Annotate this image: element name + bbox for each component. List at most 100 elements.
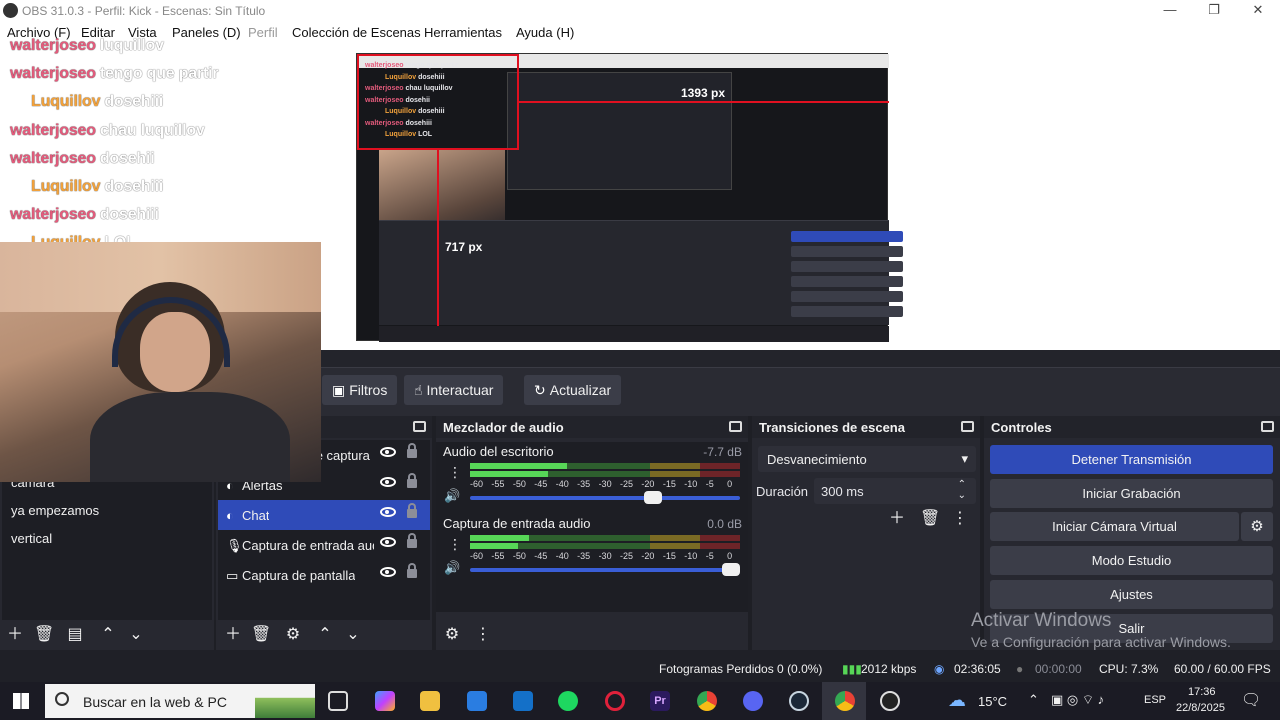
source-up-button[interactable]: ⌃ xyxy=(316,626,334,644)
spotify-icon[interactable] xyxy=(558,691,578,711)
premiere-icon[interactable]: Pr xyxy=(650,691,670,711)
source-item[interactable]: 🎙Captura de entrada audio xyxy=(218,530,430,560)
nested-taskbar xyxy=(379,326,889,342)
popout-icon[interactable] xyxy=(961,421,974,432)
start-virtual-camera-button[interactable]: Iniciar Cámara Virtual xyxy=(990,512,1239,541)
monitor-icon: ▭ xyxy=(226,568,239,583)
chrome-active-icon[interactable] xyxy=(835,691,855,711)
copilot-icon[interactable] xyxy=(375,691,395,711)
visibility-eye-icon[interactable] xyxy=(380,477,396,487)
add-source-button[interactable]: ＋ xyxy=(224,626,242,644)
visibility-eye-icon[interactable] xyxy=(380,537,396,547)
duration-input[interactable]: 300 ms ⌃ ⌄ xyxy=(814,478,976,504)
steam-icon[interactable] xyxy=(789,691,809,711)
volume-slider[interactable] xyxy=(470,491,740,504)
minimize-button[interactable]: — xyxy=(1150,2,1190,20)
scene-item[interactable]: vertical xyxy=(2,524,212,552)
channel-menu-icon[interactable]: ⋮ xyxy=(448,536,462,553)
studio-mode-button[interactable]: Modo Estudio xyxy=(990,546,1273,575)
visibility-eye-icon[interactable] xyxy=(380,567,396,577)
meter-tick-label: -35 xyxy=(577,551,591,561)
lock-icon[interactable] xyxy=(407,533,417,548)
guide-line-vertical xyxy=(437,150,439,342)
volume-slider-handle[interactable] xyxy=(643,491,662,504)
meter-tick-label: -55 xyxy=(491,551,505,561)
filters-button[interactable]: ▣ Filtros xyxy=(322,375,398,405)
volume-slider-handle[interactable] xyxy=(722,563,740,576)
activate-windows-watermark: Activar Windows Ve a Configuración para … xyxy=(971,610,1231,650)
maximize-button[interactable]: ❐ xyxy=(1194,2,1234,20)
move-down-button[interactable]: ⌄ xyxy=(127,626,145,644)
remove-source-button[interactable]: 🗑 xyxy=(251,626,271,644)
chat-message: walterjoseo dosehiii xyxy=(0,201,360,229)
virtual-camera-settings-gear-icon[interactable]: ⚙ xyxy=(1241,512,1273,541)
remove-scene-button[interactable]: 🗑 xyxy=(34,626,54,644)
meter-tick-label: -5 xyxy=(705,551,714,561)
popout-icon[interactable] xyxy=(413,421,426,432)
lock-icon[interactable] xyxy=(407,563,417,578)
start-recording-button[interactable]: Iniciar Grabación xyxy=(990,479,1273,508)
meter-tick-label: -60 xyxy=(470,551,484,561)
visibility-eye-icon[interactable] xyxy=(380,447,396,457)
meter-tick-label: -40 xyxy=(555,479,569,489)
preview-canvas[interactable]: walterjoseo luquillov walterjoseo tengo que… xyxy=(0,37,1280,482)
notifications-icon[interactable]: 🗨 xyxy=(1241,690,1261,710)
lock-icon[interactable] xyxy=(407,443,417,458)
opera-icon[interactable] xyxy=(605,691,625,711)
meter-tick-label: -45 xyxy=(534,551,548,561)
bitrate-icon: ▮▮▮ xyxy=(842,662,862,676)
meter-tick-label: 0 xyxy=(727,551,733,561)
meter-tick-label: -40 xyxy=(555,551,569,561)
chat-username: Luquillov xyxy=(31,93,101,111)
popout-icon[interactable] xyxy=(729,421,742,432)
clock-date[interactable]: 22/8/2025 xyxy=(1176,702,1225,714)
taskbar-search[interactable]: Buscar en la web & PC xyxy=(45,684,315,718)
store-icon[interactable] xyxy=(467,691,487,711)
speaker-icon[interactable]: 🔊 xyxy=(444,560,460,576)
close-button[interactable]: ✕ xyxy=(1238,2,1278,20)
lock-icon[interactable] xyxy=(407,473,417,488)
visibility-eye-icon[interactable] xyxy=(380,507,396,517)
chevron-up-icon[interactable]: ⌃ xyxy=(1028,692,1039,708)
source-item[interactable]: ▭ Captura de pantalla xyxy=(218,560,430,590)
lock-icon[interactable] xyxy=(407,503,417,518)
source-item[interactable]: ◐ Chat xyxy=(218,500,430,530)
volume-slider[interactable] xyxy=(470,563,740,576)
mixer-menu-button[interactable]: ⋮ xyxy=(474,626,492,644)
task-view-icon[interactable] xyxy=(328,691,348,711)
transition-menu-button[interactable]: ⋮ xyxy=(951,510,969,528)
menu-ayuda[interactable]: Ayuda (H) xyxy=(516,25,574,40)
stop-stream-button[interactable]: Detener Transmisión xyxy=(990,445,1273,474)
scene-item[interactable]: ya empezamos xyxy=(2,496,212,524)
chat-text: dosehiii xyxy=(104,177,164,195)
discord-icon[interactable] xyxy=(743,691,763,711)
menu-herramientas[interactable]: Herramientas xyxy=(424,25,502,40)
chrome-icon[interactable] xyxy=(697,691,717,711)
obs-taskbar-icon[interactable] xyxy=(880,691,900,711)
speaker-icon[interactable]: 🔊 xyxy=(444,488,460,504)
source-properties-button[interactable]: ⚙ xyxy=(284,626,302,644)
advanced-audio-button[interactable]: ⚙ xyxy=(443,626,461,644)
outlook-icon[interactable] xyxy=(513,691,533,711)
transitions-dock: Transiciones de escena Desvanecimiento ▾… xyxy=(752,416,980,650)
language[interactable]: ESP xyxy=(1144,694,1166,706)
settings-button[interactable]: Ajustes xyxy=(990,580,1273,609)
add-scene-button[interactable]: ＋ xyxy=(6,626,24,644)
scene-filters-button[interactable]: ▤ xyxy=(66,626,84,644)
remove-transition-button[interactable]: 🗑 xyxy=(920,510,940,528)
refresh-button[interactable]: ↻ Actualizar xyxy=(524,375,622,405)
interact-button[interactable]: ☝ Interactuar xyxy=(404,375,504,405)
file-explorer-icon[interactable] xyxy=(420,691,440,711)
tray-icons[interactable]: ▣ ◎ ⌔ ♪ xyxy=(1051,692,1104,708)
move-up-button[interactable]: ⌃ xyxy=(99,626,117,644)
transition-select[interactable]: Desvanecimiento ▾ xyxy=(758,446,976,472)
nested-docks xyxy=(379,220,903,325)
search-icon xyxy=(55,692,69,706)
add-transition-button[interactable]: ＋ xyxy=(888,510,906,528)
windows-start-icon[interactable] xyxy=(13,693,29,709)
clock-time[interactable]: 17:36 xyxy=(1188,686,1216,698)
stepper-icon[interactable]: ⌃ ⌄ xyxy=(958,479,966,501)
popout-icon[interactable] xyxy=(1261,421,1274,432)
channel-menu-icon[interactable]: ⋮ xyxy=(448,464,462,481)
source-down-button[interactable]: ⌄ xyxy=(344,626,362,644)
